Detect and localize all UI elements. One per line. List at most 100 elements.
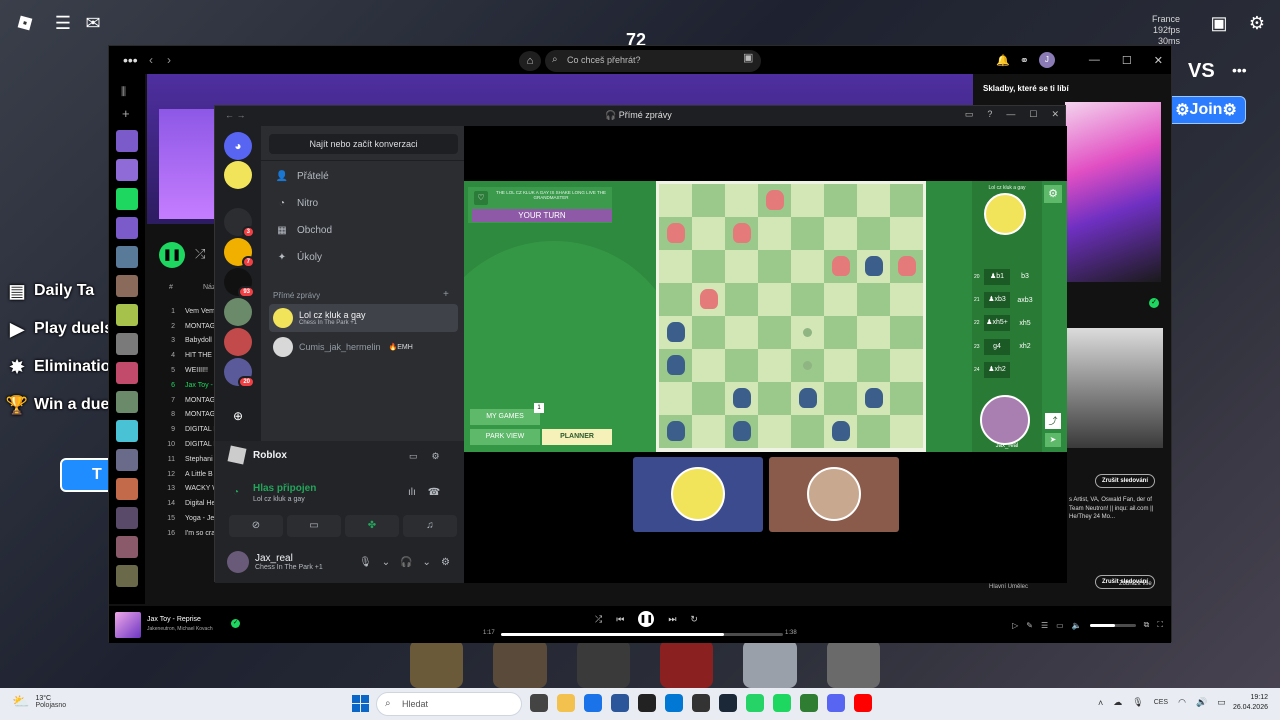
- forward-icon[interactable]: ›: [167, 53, 171, 67]
- move-row[interactable]: 23 g4 xh2: [974, 335, 1040, 358]
- hotbar-slot[interactable]: [576, 640, 630, 688]
- hotbar-slot[interactable]: [410, 640, 464, 688]
- back-icon[interactable]: ‹: [149, 53, 153, 67]
- chat-icon[interactable]: ✉: [80, 10, 106, 36]
- board-square[interactable]: [659, 217, 692, 250]
- track-row[interactable]: 2 MONTAG: [161, 319, 221, 334]
- board-square[interactable]: [824, 316, 857, 349]
- saved-check-icon[interactable]: ✓: [1149, 298, 1159, 308]
- server-icon[interactable]: [224, 161, 252, 189]
- maximize-icon[interactable]: ☐: [1122, 54, 1132, 67]
- board-square[interactable]: [857, 382, 890, 415]
- board-square[interactable]: [659, 415, 692, 448]
- board-square[interactable]: [692, 316, 725, 349]
- track-row[interactable]: 10 DIGITAL F: [161, 437, 221, 452]
- track-row[interactable]: 12 A Little B: [161, 467, 221, 482]
- taskbar-app-icon[interactable]: [719, 694, 737, 712]
- my-games-button[interactable]: MY GAMES: [470, 409, 540, 425]
- board-square[interactable]: [824, 382, 857, 415]
- dm-conversation[interactable]: Lol cz kluk a gay Chess In The Park +1: [269, 304, 458, 332]
- close-icon[interactable]: ✕: [1051, 109, 1059, 120]
- track-row[interactable]: 5 WEIIII!!: [161, 363, 221, 378]
- taskbar-app-icon[interactable]: [773, 694, 791, 712]
- backpack-icon[interactable]: ▣: [1206, 10, 1232, 36]
- board-square[interactable]: [857, 415, 890, 448]
- home-icon[interactable]: ⌂: [519, 51, 541, 71]
- blue-piece[interactable]: [667, 355, 685, 375]
- board-square[interactable]: [659, 382, 692, 415]
- microphone-icon[interactable]: 🎙: [359, 557, 372, 568]
- library-icon[interactable]: ⫼: [121, 86, 126, 99]
- board-square[interactable]: [791, 184, 824, 217]
- quest-item[interactable]: ▤ Daily Ta: [6, 272, 116, 310]
- profile-avatar[interactable]: J: [1038, 52, 1055, 68]
- now-playing-cover[interactable]: [115, 612, 141, 638]
- more-icon[interactable]: •••: [1232, 62, 1247, 78]
- noise-suppression-icon[interactable]: ılı: [408, 487, 416, 498]
- minimize-icon[interactable]: —: [1089, 54, 1100, 67]
- menu-icon[interactable]: ☰: [50, 10, 76, 36]
- dm-conversation[interactable]: Cumis_jak_hermelin 🔥EMH: [269, 333, 458, 361]
- red-piece[interactable]: [667, 223, 685, 243]
- move-row[interactable]: 21 ♟xb3 axb3: [974, 288, 1040, 311]
- taskbar-app-icon[interactable]: [611, 694, 629, 712]
- board-square[interactable]: [791, 349, 824, 382]
- taskbar-app-icon[interactable]: [800, 694, 818, 712]
- taskbar-app-icon[interactable]: [827, 694, 845, 712]
- game-settings-icon[interactable]: ⚙: [1044, 185, 1062, 203]
- heart-icon[interactable]: ♡: [474, 191, 488, 205]
- board-square[interactable]: [791, 217, 824, 250]
- tray-app-icon[interactable]: ☁: [1113, 697, 1122, 708]
- hotbar-slot[interactable]: [743, 640, 797, 688]
- quest-item[interactable]: 🏆 Win a due: [6, 386, 116, 424]
- hotbar-slot[interactable]: [659, 640, 714, 688]
- queue-icon[interactable]: ☰: [1041, 621, 1048, 630]
- park-view-button[interactable]: PARK VIEW: [470, 429, 540, 445]
- quest-item[interactable]: ✸ Eliminatio: [6, 348, 116, 386]
- board-square[interactable]: [857, 184, 890, 217]
- now-playing-title[interactable]: Jax Toy - Reprise: [147, 616, 201, 623]
- track-row[interactable]: 7 MONTAG: [161, 393, 221, 408]
- more-menu-icon[interactable]: •••: [123, 52, 138, 68]
- board-square[interactable]: [890, 184, 923, 217]
- weather-widget[interactable]: ⛅ 13°C Polojasno: [12, 693, 66, 710]
- taskbar-app-icon[interactable]: [854, 694, 872, 712]
- board-square[interactable]: [791, 415, 824, 448]
- board-square[interactable]: [791, 316, 824, 349]
- hotbar-slot[interactable]: [826, 640, 880, 688]
- board-square[interactable]: [824, 250, 857, 283]
- participant-tile[interactable]: [769, 457, 899, 532]
- track-row[interactable]: 1 Vem Vem: [161, 304, 221, 319]
- board-square[interactable]: [725, 217, 758, 250]
- board-square[interactable]: [758, 184, 791, 217]
- start-button[interactable]: [352, 695, 369, 712]
- library-cover[interactable]: [116, 275, 138, 297]
- blue-piece[interactable]: [733, 388, 751, 408]
- blue-piece[interactable]: [799, 388, 817, 408]
- board-square[interactable]: [758, 316, 791, 349]
- board-square[interactable]: [857, 250, 890, 283]
- board-square[interactable]: [824, 184, 857, 217]
- previous-icon[interactable]: ⏮: [616, 614, 624, 625]
- taskbar-app-icon[interactable]: [746, 694, 764, 712]
- unfollow-button[interactable]: Zrušit sledování: [1095, 474, 1156, 488]
- board-square[interactable]: [659, 250, 692, 283]
- search-input[interactable]: ⌕ Co chceš přehrát?: [545, 50, 761, 72]
- soundboard-button[interactable]: ♫: [403, 515, 457, 537]
- track-row[interactable]: 13 WACKY W: [161, 482, 221, 497]
- roblox-logo-icon[interactable]: [12, 10, 38, 36]
- board-square[interactable]: [791, 250, 824, 283]
- library-cover[interactable]: [116, 478, 138, 500]
- track-row[interactable]: 9 DIGITAL F: [161, 422, 221, 437]
- library-cover[interactable]: [116, 246, 138, 268]
- library-cover[interactable]: [116, 565, 138, 587]
- library-cover[interactable]: [116, 159, 138, 181]
- clock[interactable]: 19:12 26.04.2026: [1222, 693, 1268, 713]
- board-square[interactable]: [692, 217, 725, 250]
- blue-piece[interactable]: [832, 421, 850, 441]
- next-icon[interactable]: ⏭: [668, 614, 676, 625]
- board-square[interactable]: [824, 283, 857, 316]
- library-cover[interactable]: [116, 362, 138, 384]
- library-cover[interactable]: [116, 536, 138, 558]
- now-playing-artist[interactable]: Jakeneutron, Michael Kovach: [147, 626, 213, 632]
